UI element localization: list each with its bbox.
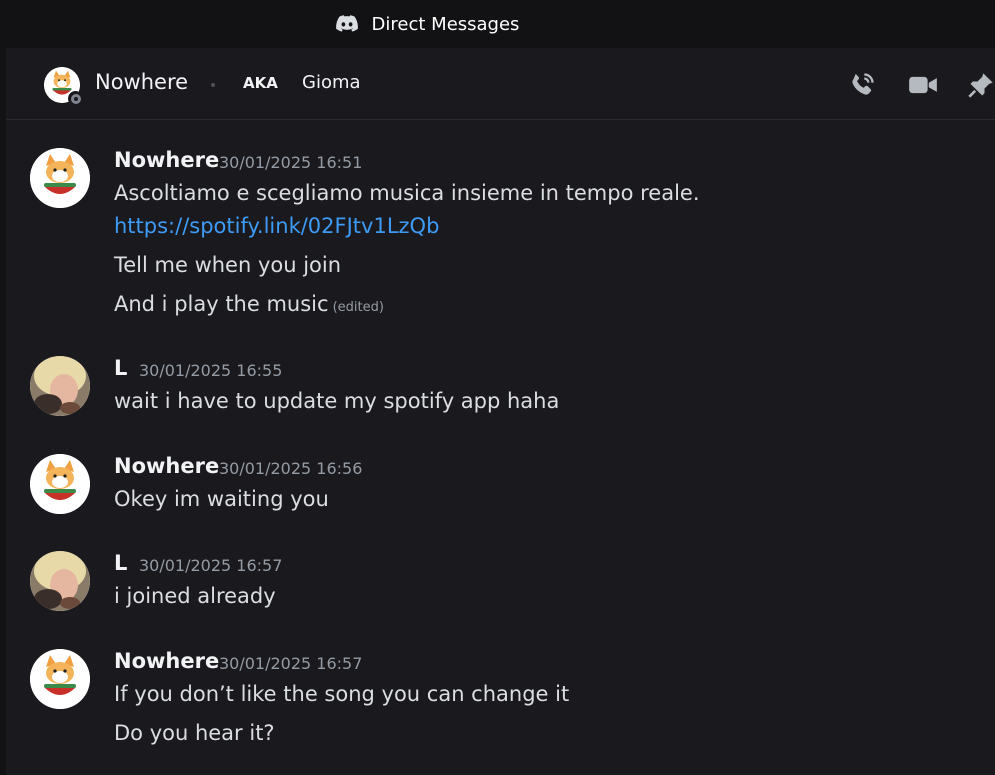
discord-logo-icon (335, 15, 358, 33)
message-text: Do you hear it? (114, 721, 275, 745)
aka-label: AKA (243, 74, 278, 92)
message-timestamp: 30/01/2025 16:55 (139, 361, 283, 380)
fox-avatar-icon[interactable] (30, 649, 90, 709)
header-alias: Gioma (302, 72, 361, 93)
message-text: wait i have to update my spotify app hah… (114, 389, 560, 413)
fox-avatar-icon[interactable] (30, 148, 90, 208)
header-username[interactable]: Nowhere (95, 70, 188, 94)
message-link[interactable]: https://spotify.link/02FJtv1LzQb (114, 214, 439, 238)
pin-icon[interactable] (966, 70, 995, 100)
message-author[interactable]: Nowhere (114, 454, 219, 478)
left-rail (0, 48, 6, 775)
message-text: Tell me when you join (114, 253, 342, 277)
message-text: Ascoltiamo e scegliamo musica insieme in… (114, 181, 700, 205)
message-text: And i play the music (edited) (114, 292, 384, 316)
window-title: Direct Messages (371, 13, 520, 35)
call-icon[interactable] (847, 70, 877, 100)
video-icon[interactable] (908, 70, 938, 100)
status-indicator (68, 91, 83, 106)
edited-label: (edited) (332, 300, 384, 315)
message-author[interactable]: Nowhere (114, 148, 219, 172)
message-timestamp: 30/01/2025 16:57 (219, 654, 363, 673)
message-text: i joined already (114, 584, 276, 608)
message-timestamp: 30/01/2025 16:51 (219, 153, 363, 172)
message-timestamp: 30/01/2025 16:56 (219, 459, 363, 478)
fox-avatar-icon[interactable] (30, 454, 90, 514)
user-avatar-icon[interactable] (30, 551, 90, 611)
dm-header: Nowhere AKA Gioma (6, 48, 995, 120)
user-avatar-icon[interactable] (30, 356, 90, 416)
message-author[interactable]: Nowhere (114, 649, 219, 673)
message-timestamp: 30/01/2025 16:57 (139, 556, 283, 575)
message-text: Okey im waiting you (114, 487, 329, 511)
message-text: If you don’t like the song you can chang… (114, 682, 570, 706)
header-separator (211, 83, 215, 87)
header-avatar[interactable] (44, 67, 83, 106)
message-author[interactable]: L (114, 356, 127, 380)
message-author[interactable]: L (114, 551, 127, 575)
message-text-content: And i play the music (114, 292, 329, 316)
title-bar: Direct Messages (0, 0, 995, 48)
